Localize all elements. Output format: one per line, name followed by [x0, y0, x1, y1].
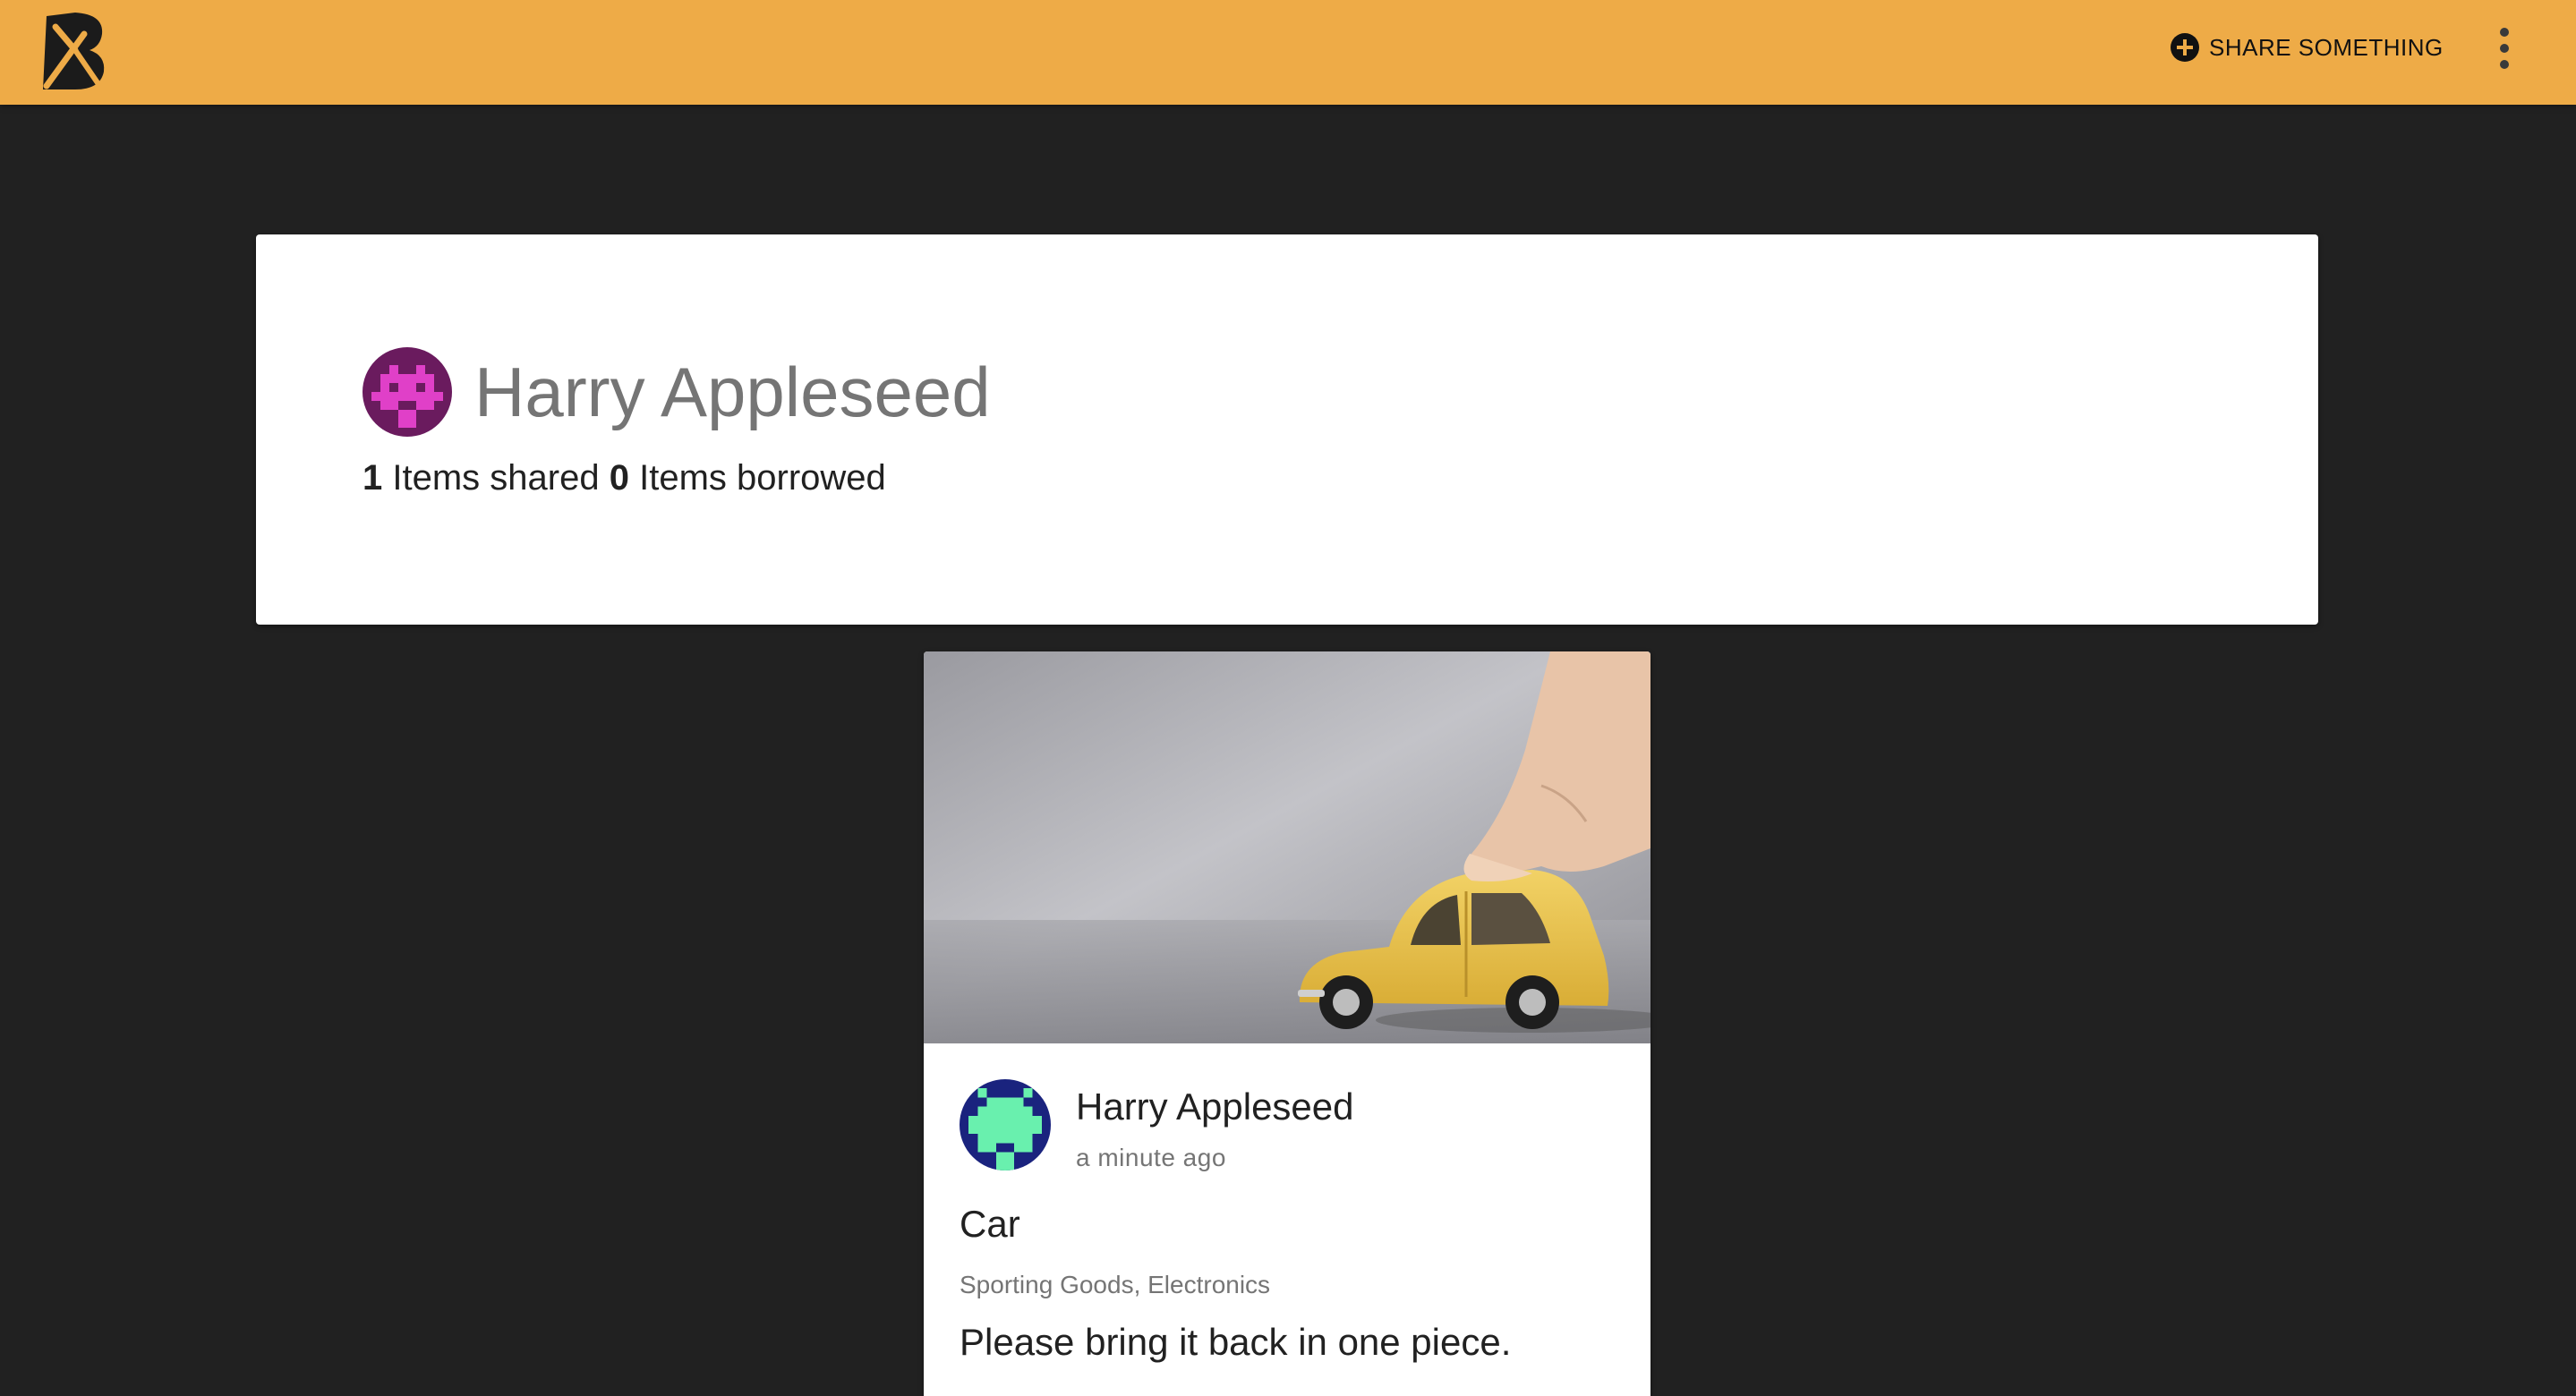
items-shared-label: Items shared	[392, 458, 600, 498]
share-something-button[interactable]: SHARE SOMETHING	[2170, 25, 2444, 70]
boomtown-logo-icon[interactable]	[39, 7, 111, 92]
items-borrowed-label: Items borrowed	[639, 458, 886, 498]
shared-time: a minute ago	[1076, 1144, 1226, 1171]
item-tags: Sporting Goods, Electronics	[960, 1271, 1271, 1298]
item-image[interactable]	[924, 651, 1651, 1043]
share-something-label: SHARE SOMETHING	[2209, 33, 2444, 61]
more-menu-button[interactable]	[2488, 18, 2521, 81]
add-circle-icon	[2170, 32, 2200, 63]
owner-avatar[interactable]	[960, 1079, 1051, 1170]
items-shared-count: 1	[363, 458, 383, 498]
item-card[interactable]: Harry Appleseed a minute ago Car Sportin…	[924, 651, 1651, 1396]
profile-avatar[interactable]	[363, 347, 452, 437]
item-description: Please bring it back in one piece.	[960, 1321, 1512, 1363]
pixel-invader-avatar-icon	[363, 347, 452, 437]
app-bar: SHARE SOMETHING	[0, 0, 2576, 105]
items-borrowed-count: 0	[609, 458, 629, 498]
item-title: Car	[960, 1203, 1020, 1245]
pixel-invader-avatar-icon	[960, 1079, 1051, 1170]
owner-name[interactable]: Harry Appleseed	[1076, 1083, 1354, 1131]
profile-stats: 1 Items shared 0 Items borrowed	[363, 455, 886, 501]
profile-name: Harry Appleseed	[474, 353, 991, 431]
profile-card: Harry Appleseed 1 Items shared 0 Items b…	[256, 234, 2318, 625]
more-vert-icon	[2500, 28, 2509, 69]
